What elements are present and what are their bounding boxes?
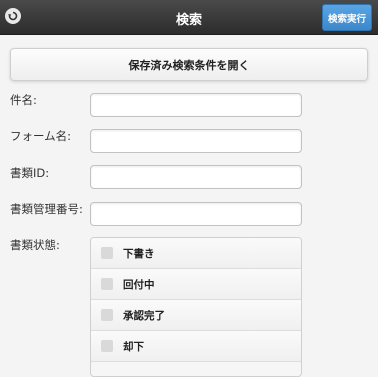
status-option-label: 下書き (123, 247, 155, 260)
status-option-draft[interactable]: 下書き (91, 238, 301, 269)
execute-search-button[interactable]: 検索実行 (322, 4, 372, 31)
checkbox-icon[interactable] (101, 340, 113, 352)
checkbox-icon[interactable] (101, 278, 113, 290)
form-name-label: フォーム名: (10, 129, 72, 143)
document-management-number-input[interactable] (90, 202, 302, 226)
header-bar: 検索 検索実行 (0, 0, 378, 35)
checkbox-icon[interactable] (101, 247, 113, 259)
document-id-input[interactable] (90, 165, 302, 189)
open-saved-search-button[interactable]: 保存済み検索条件を開く (10, 48, 368, 81)
status-option-label: 却下 (123, 340, 144, 353)
status-option-label: 承認完了 (123, 309, 165, 322)
checkbox-icon[interactable] (101, 309, 113, 321)
document-management-number-label: 書類管理番号: (10, 202, 83, 216)
status-option-approved[interactable]: 承認完了 (91, 300, 301, 331)
document-id-label: 書類ID: (10, 166, 50, 180)
status-option-rejected[interactable]: 却下 (91, 331, 301, 362)
document-status-label: 書類状態: (10, 238, 60, 252)
status-option-circulating[interactable]: 回付中 (91, 269, 301, 300)
subject-label: 件名: (10, 93, 37, 107)
status-option-label: 回付中 (123, 278, 155, 291)
subject-input[interactable] (90, 93, 302, 117)
form-name-input[interactable] (90, 129, 302, 153)
document-status-list: 下書き 回付中 承認完了 却下 (90, 237, 302, 377)
